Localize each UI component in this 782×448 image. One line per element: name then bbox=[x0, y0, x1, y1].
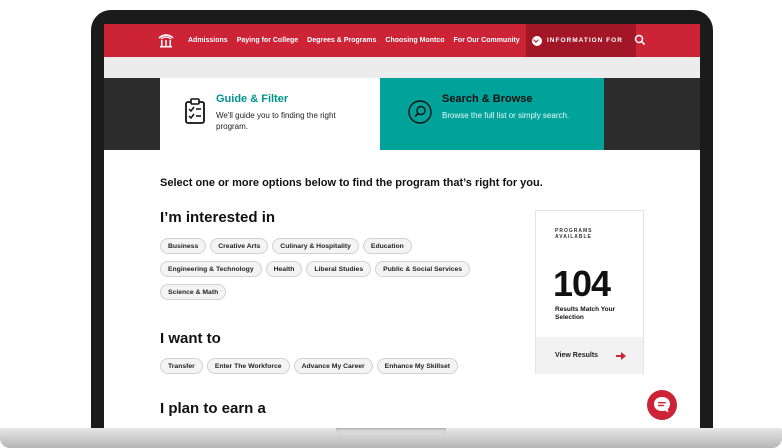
want-chips: Transfer Enter The Workforce Advance My … bbox=[160, 358, 520, 381]
view-results-button[interactable]: View Results bbox=[536, 337, 643, 374]
results-subtext: Results Match Your Selection bbox=[555, 306, 616, 321]
nav-link-for-our-community[interactable]: For Our Community bbox=[454, 37, 520, 44]
tab-search-title: Search & Browse bbox=[442, 93, 533, 105]
chip-enter-workforce[interactable]: Enter The Workforce bbox=[206, 358, 290, 374]
chip-culinary-hospitality[interactable]: Culinary & Hospitality bbox=[272, 238, 359, 254]
subheader-bar bbox=[104, 57, 700, 78]
tab-search-description: Browse the full list or simply search. bbox=[442, 111, 570, 120]
chip-public-social-services[interactable]: Public & Social Services bbox=[375, 261, 471, 277]
nav-link-paying-for-college[interactable]: Paying for College bbox=[237, 37, 298, 44]
interest-chips: Business Creative Arts Culinary & Hospit… bbox=[160, 238, 520, 307]
chat-icon bbox=[654, 397, 670, 413]
nav-links: Admissions Paying for College Degrees & … bbox=[188, 24, 529, 57]
tab-search-browse[interactable]: Search & Browse Browse the full list or … bbox=[380, 78, 604, 150]
earn-heading: I plan to earn a bbox=[160, 400, 266, 417]
chip-liberal-studies[interactable]: Liberal Studies bbox=[306, 261, 372, 277]
chevron-down-icon bbox=[532, 35, 542, 46]
chat-button[interactable] bbox=[647, 390, 677, 420]
chip-creative-arts[interactable]: Creative Arts bbox=[210, 238, 269, 254]
stage: Admissions Paying for College Degrees & … bbox=[0, 0, 782, 448]
want-heading: I want to bbox=[160, 330, 221, 347]
chip-health[interactable]: Health bbox=[265, 261, 303, 277]
programs-available-label: PROGRAMS AVAILABLE bbox=[555, 228, 593, 240]
chip-transfer[interactable]: Transfer bbox=[160, 358, 203, 374]
checklist-icon bbox=[185, 98, 205, 124]
tab-guide-description: We'll guide you to finding the right pro… bbox=[216, 111, 336, 131]
chip-enhance-skillset[interactable]: Enhance My Skillset bbox=[376, 358, 459, 374]
nav-link-choosing-montco[interactable]: Choosing Montco bbox=[385, 37, 444, 44]
building-icon[interactable] bbox=[158, 32, 174, 48]
screen: Admissions Paying for College Degrees & … bbox=[104, 24, 700, 428]
chip-education[interactable]: Education bbox=[362, 238, 412, 254]
chip-business[interactable]: Business bbox=[160, 238, 207, 254]
view-results-label: View Results bbox=[555, 352, 599, 359]
chip-engineering-technology[interactable]: Engineering & Technology bbox=[160, 261, 262, 277]
tab-guide-title: Guide & Filter bbox=[216, 93, 289, 105]
tab-guide-filter[interactable]: Guide & Filter We'll guide you to findin… bbox=[160, 78, 380, 150]
laptop-notch bbox=[336, 428, 446, 436]
arrow-right-icon bbox=[616, 352, 626, 360]
information-for-button[interactable]: INFORMATION FOR bbox=[526, 24, 636, 57]
top-navigation: Admissions Paying for College Degrees & … bbox=[104, 24, 700, 57]
information-for-label: INFORMATION FOR bbox=[547, 37, 623, 44]
search-icon[interactable] bbox=[634, 34, 646, 46]
nav-link-admissions[interactable]: Admissions bbox=[188, 37, 228, 44]
selection-prompt: Select one or more options below to find… bbox=[160, 177, 543, 189]
magnifier-icon bbox=[408, 100, 432, 124]
results-card: PROGRAMS AVAILABLE 104 Results Match You… bbox=[535, 210, 644, 374]
laptop-base bbox=[0, 428, 782, 448]
results-count: 104 bbox=[553, 263, 611, 304]
nav-link-degrees-programs[interactable]: Degrees & Programs bbox=[307, 37, 376, 44]
interested-heading: I’m interested in bbox=[160, 209, 276, 226]
chip-science-math[interactable]: Science & Math bbox=[160, 284, 227, 300]
chip-advance-career[interactable]: Advance My Career bbox=[293, 358, 373, 374]
